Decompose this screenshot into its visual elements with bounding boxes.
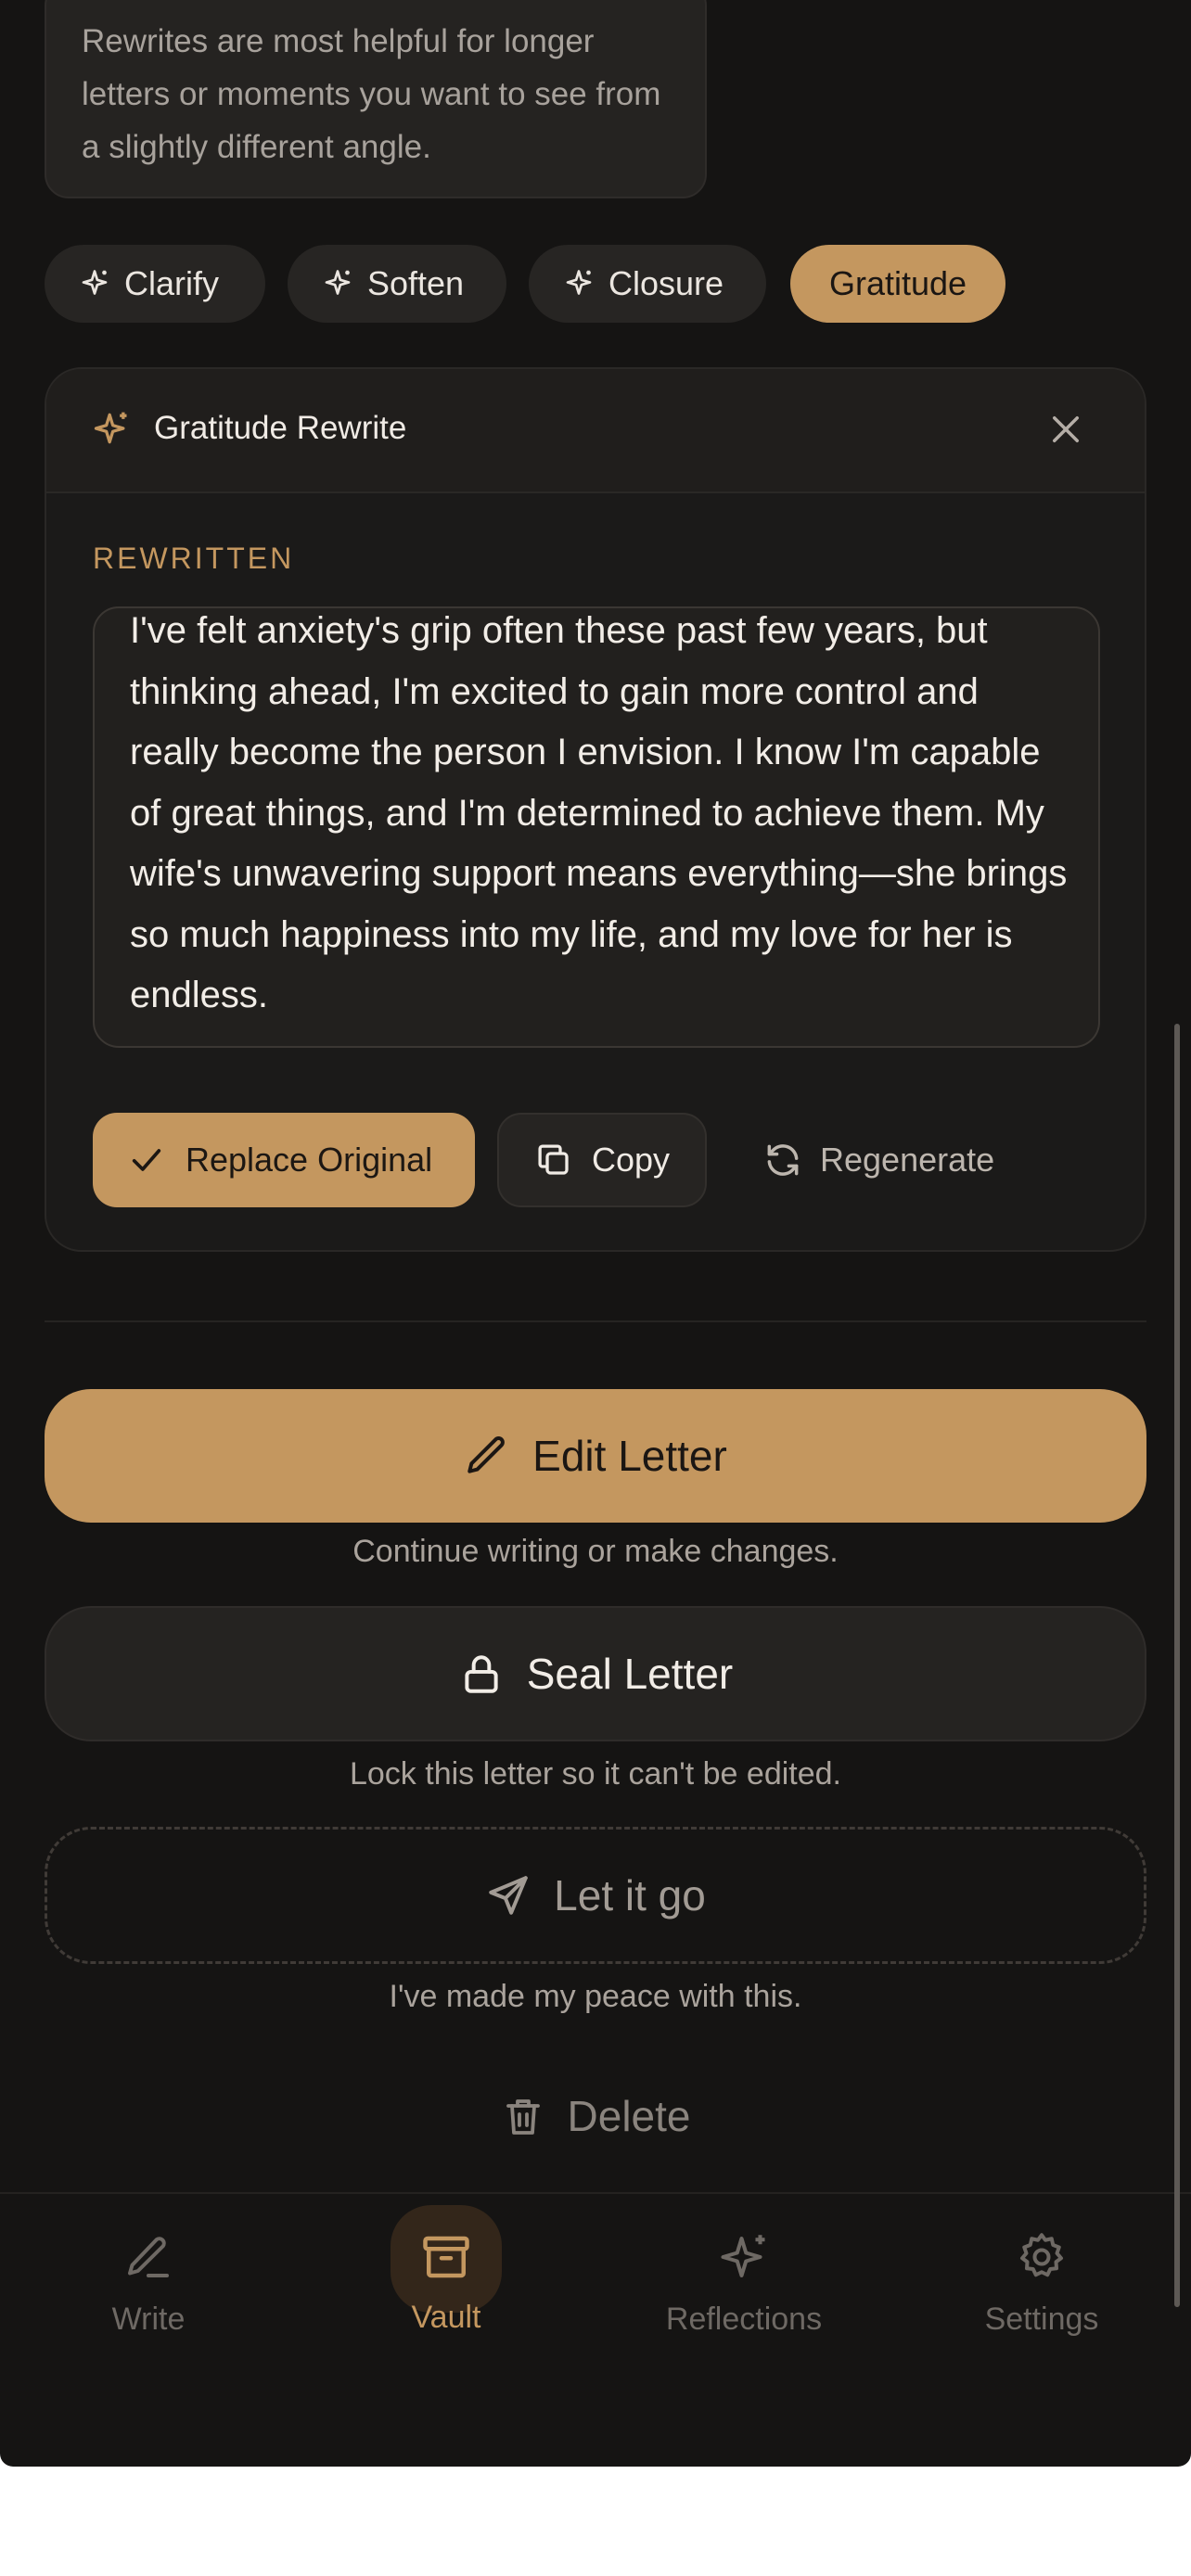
tab-label: Reflections <box>665 2302 823 2337</box>
chip-soften[interactable]: Soften <box>288 245 506 323</box>
sparkle-icon <box>325 270 351 295</box>
regenerate-button[interactable]: Regenerate <box>751 1113 1030 1207</box>
send-icon <box>489 1876 528 1915</box>
tab-vault[interactable]: Vault <box>316 2194 576 2379</box>
edit-letter-label: Edit Letter <box>532 1432 727 1480</box>
rewrite-tip-card: Rewrites are most helpful for longer let… <box>45 0 707 198</box>
delete-label: Delete <box>567 2092 691 2140</box>
regenerate-label: Regenerate <box>820 1141 995 1179</box>
let-it-go-label: Let it go <box>554 1871 706 1919</box>
sparkle-icon <box>721 2235 765 2277</box>
tab-settings[interactable]: Settings <box>912 2194 1172 2379</box>
tab-reflections[interactable]: Reflections <box>614 2194 874 2379</box>
sparkle-icon <box>94 412 127 444</box>
rewritten-text-box[interactable]: I've felt anxiety's grip often these pas… <box>93 606 1100 1048</box>
close-icon[interactable] <box>1046 410 1085 449</box>
gear-icon <box>1020 2233 1063 2277</box>
gratitude-rewrite-panel: Gratitude Rewrite REWRITTEN I've felt an… <box>45 367 1146 1252</box>
copy-button[interactable]: Copy <box>497 1113 707 1207</box>
seal-letter-hint: Lock this letter so it can't be edited. <box>349 1756 841 1792</box>
chip-closure[interactable]: Closure <box>529 245 766 323</box>
chip-gratitude[interactable]: Gratitude <box>790 245 1005 323</box>
rewritten-label: REWRITTEN <box>93 542 295 575</box>
tab-write[interactable]: Write <box>19 2194 278 2379</box>
let-it-go-button[interactable]: Let it go <box>45 1827 1146 1964</box>
seal-letter-button[interactable]: Seal Letter <box>45 1606 1146 1741</box>
rewrite-tip-text: Rewrites are most helpful for longer let… <box>82 23 661 165</box>
rewrite-panel-title: Gratitude Rewrite <box>154 410 407 446</box>
app-screen: Rewrites are most helpful for longer let… <box>0 0 1191 2467</box>
archive-icon <box>423 2236 469 2278</box>
copy-label: Copy <box>592 1141 671 1179</box>
bottom-tab-bar: Write Vault Reflections Settings <box>0 2192 1191 2467</box>
chip-label: Clarify <box>124 264 220 302</box>
replace-original-label: Replace Original <box>186 1141 433 1179</box>
rewritten-text: I've felt anxiety's grip often these pas… <box>130 610 1068 1015</box>
tab-label: Vault <box>411 2300 481 2335</box>
lock-icon <box>465 1655 498 1693</box>
let-it-go-hint: I've made my peace with this. <box>389 1979 802 2014</box>
check-icon <box>132 1149 161 1171</box>
copy-icon <box>538 1144 569 1175</box>
edit-letter-hint: Continue writing or make changes. <box>352 1534 839 1569</box>
section-divider <box>45 1320 1146 1322</box>
trash-icon <box>506 2099 540 2135</box>
seal-letter-label: Seal Letter <box>526 1650 734 1698</box>
chip-label: Gratitude <box>828 264 967 302</box>
edit-letter-button[interactable]: Edit Letter <box>45 1389 1146 1523</box>
sparkle-icon <box>566 270 592 295</box>
replace-original-button[interactable]: Replace Original <box>93 1113 475 1207</box>
tab-label: Write <box>111 2302 186 2337</box>
rewrite-panel-header: Gratitude Rewrite <box>46 369 1145 493</box>
refresh-icon <box>767 1144 799 1176</box>
scrollbar[interactable] <box>1174 1024 1180 2307</box>
delete-button[interactable]: Delete <box>0 2079 1191 2153</box>
chip-label: Soften <box>367 264 465 302</box>
pencil-icon <box>467 1436 506 1473</box>
tab-label: Settings <box>984 2302 1099 2337</box>
pencil-icon <box>128 2237 169 2277</box>
chip-label: Closure <box>608 264 724 302</box>
chip-clarify[interactable]: Clarify <box>45 245 265 323</box>
sparkle-icon <box>82 270 108 295</box>
